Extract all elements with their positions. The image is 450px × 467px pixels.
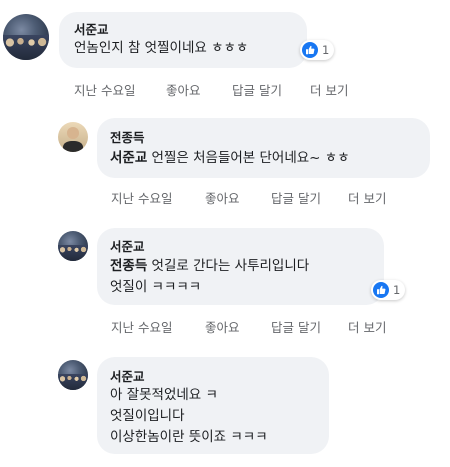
reply-button[interactable]: 답글 달기 <box>271 188 321 207</box>
comment-text: 엇질이입니다 <box>110 408 185 424</box>
avatar[interactable] <box>3 14 49 60</box>
comment-author[interactable]: 서준교 <box>74 19 109 38</box>
comment-text: 전종득 엇길로 간다는 사투리입니다 <box>110 257 309 275</box>
comment-author[interactable]: 전종득 <box>110 127 145 146</box>
reaction-count: 1 <box>322 43 330 57</box>
timestamp[interactable]: 지난 수요일 <box>111 317 172 336</box>
comment-text: 아 잘못적었네요 ㅋ <box>110 387 218 403</box>
more-button[interactable]: 더 보기 <box>348 317 386 336</box>
timestamp[interactable]: 지난 수요일 <box>111 188 172 207</box>
comment-text: 엇질이 ㅋㅋㅋㅋ <box>110 279 202 295</box>
reaction-badge[interactable]: 1 <box>300 40 335 60</box>
comment-author[interactable]: 서준교 <box>110 236 145 255</box>
avatar[interactable] <box>58 122 88 152</box>
like-button[interactable]: 좋아요 <box>205 317 240 336</box>
avatar[interactable] <box>58 231 88 261</box>
comment-author[interactable]: 서준교 <box>110 366 145 385</box>
mention-link[interactable]: 전종득 <box>110 258 147 274</box>
like-button[interactable]: 좋아요 <box>166 80 201 99</box>
comment-text-body: 언찔은 처음들어본 단어네요~ ㅎㅎ <box>147 150 350 166</box>
reaction-count: 1 <box>393 283 401 297</box>
reply-button[interactable]: 답글 달기 <box>232 80 282 99</box>
thumbs-up-icon <box>373 282 389 298</box>
more-button[interactable]: 더 보기 <box>348 188 386 207</box>
reaction-badge[interactable]: 1 <box>371 280 406 300</box>
comment-bubble <box>97 118 430 178</box>
comment-text: 서준교 언찔은 처음들어본 단어네요~ ㅎㅎ <box>110 149 350 167</box>
thumbs-up-icon <box>302 42 318 58</box>
mention-link[interactable]: 서준교 <box>110 150 147 166</box>
more-button[interactable]: 더 보기 <box>310 80 348 99</box>
comment-text: 이상한놈이란 뜻이죠 ㅋㅋㅋ <box>110 429 268 445</box>
avatar[interactable] <box>58 360 88 390</box>
timestamp[interactable]: 지난 수요일 <box>74 80 135 99</box>
comment-text: 언놈인지 참 엇찔이네요 ㅎㅎㅎ <box>74 40 249 56</box>
like-button[interactable]: 좋아요 <box>205 188 240 207</box>
reply-button[interactable]: 답글 달기 <box>271 317 321 336</box>
comment-text-body: 엇길로 간다는 사투리입니다 <box>147 258 310 274</box>
comment-thread: 서준교 언놈인지 참 엇찔이네요 ㅎㅎㅎ 1 지난 수요일 좋아요 답글 달기 … <box>0 0 450 467</box>
